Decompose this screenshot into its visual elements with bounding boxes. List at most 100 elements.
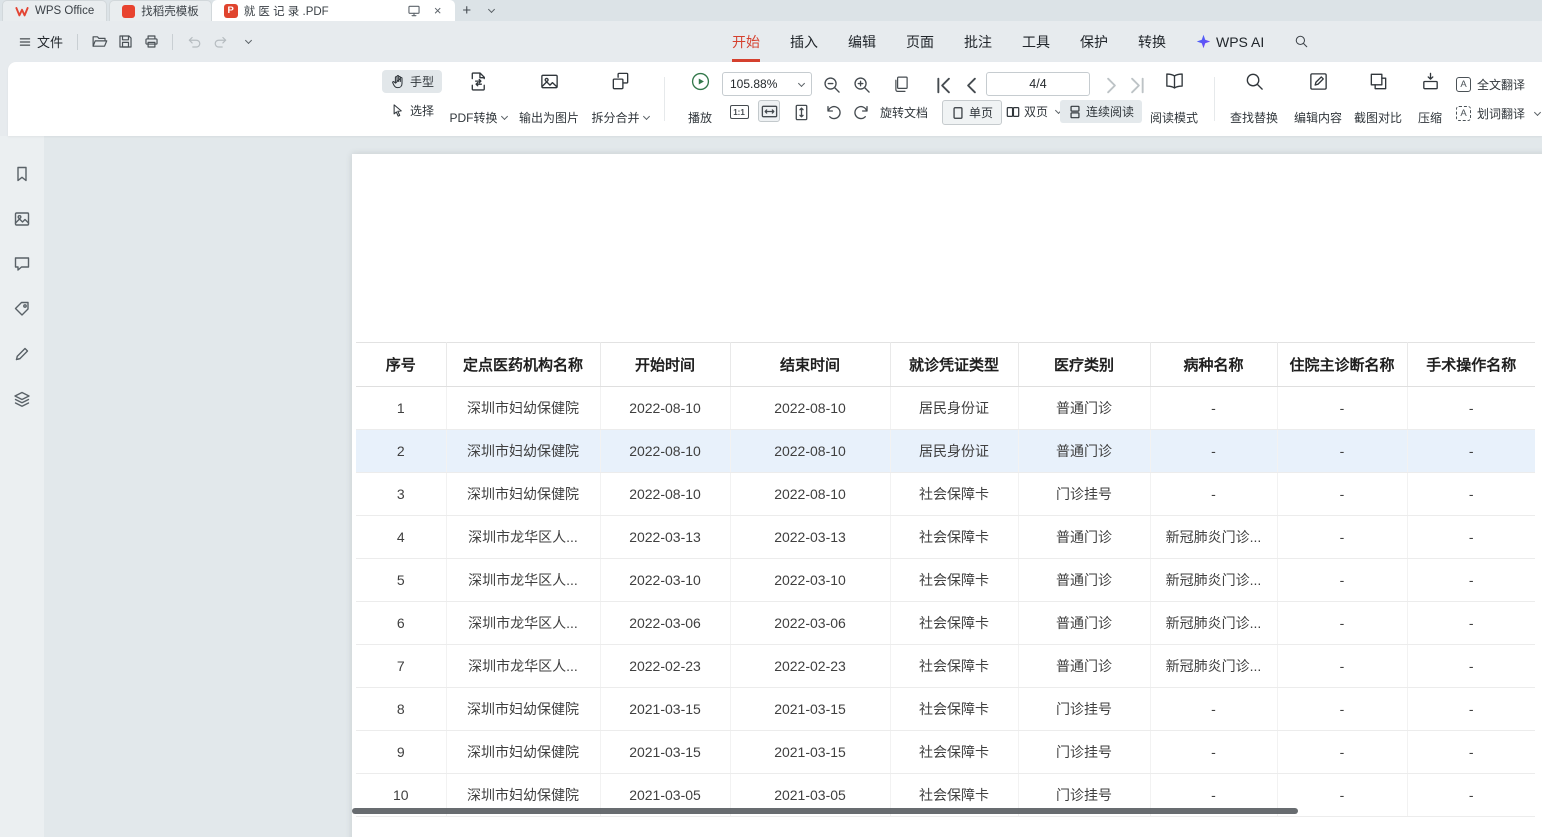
zoom-in-icon <box>852 75 871 94</box>
export-image-label: 输出为图片 <box>519 109 579 126</box>
play-button[interactable]: 播放 <box>678 71 722 128</box>
hand-icon <box>390 74 405 89</box>
table-header-row: 序号定点医药机构名称开始时间结束时间就诊凭证类型医疗类别病种名称住院主诊断名称手… <box>356 343 1535 387</box>
tab-comment[interactable]: 批注 <box>964 21 992 62</box>
table-cell: 门诊挂号 <box>1018 473 1150 516</box>
table-cell: 2021-03-15 <box>730 731 890 774</box>
table-cell: - <box>1150 387 1277 430</box>
screenshot-compare-button[interactable]: 截图对比 <box>1348 71 1408 128</box>
redo-button[interactable] <box>208 30 232 54</box>
full-translate-button[interactable]: A 全文翻译 <box>1456 74 1525 94</box>
next-page-button[interactable] <box>1100 74 1122 96</box>
table-cell: 普通门诊 <box>1018 430 1150 473</box>
page-view-button[interactable] <box>890 73 912 95</box>
table-cell: 7 <box>356 645 446 688</box>
fit-width-button[interactable] <box>758 100 780 122</box>
menu-bar: 文件 开始 插入 编辑 页面 批注 工具 保护 转换 WPS AI <box>0 21 1542 62</box>
tab-wps-office[interactable]: WPS Office <box>2 0 107 21</box>
layers-panel-button[interactable] <box>10 387 34 411</box>
tags-panel-button[interactable] <box>10 297 34 321</box>
pdf-convert-label: PDF转换 <box>449 109 497 126</box>
open-folder-icon <box>91 33 108 50</box>
double-page-label: 双页 <box>1024 103 1048 120</box>
tab-page[interactable]: 页面 <box>906 21 934 62</box>
split-merge-button[interactable]: 拆分合并 <box>588 71 652 128</box>
table-cell: 2021-03-15 <box>730 688 890 731</box>
table-cell: 深圳市妇幼保健院 <box>446 430 600 473</box>
thumbnails-panel-button[interactable] <box>10 207 34 231</box>
continuous-read-button[interactable]: 连续阅读 <box>1060 100 1142 123</box>
rotate-right-button[interactable] <box>850 101 872 123</box>
tab-document[interactable]: P 就 医 记 录 .PDF × <box>212 0 455 21</box>
select-tool-button[interactable]: 选择 <box>382 99 442 122</box>
workspace: 序号定点医药机构名称开始时间结束时间就诊凭证类型医疗类别病种名称住院主诊断名称手… <box>0 136 1542 837</box>
menu-search-button[interactable] <box>1294 21 1309 62</box>
print-button[interactable] <box>139 30 163 54</box>
table-cell: - <box>1150 731 1277 774</box>
table-cell: 普通门诊 <box>1018 516 1150 559</box>
tab-home[interactable]: 开始 <box>732 21 760 62</box>
compress-button[interactable]: 压缩 <box>1408 71 1452 128</box>
first-page-button[interactable] <box>932 74 954 96</box>
horizontal-scrollbar[interactable] <box>352 808 1298 814</box>
page-number-input[interactable] <box>986 72 1090 96</box>
tab-list-chevron-icon[interactable] <box>479 0 501 21</box>
table-cell: 深圳市龙华区人... <box>446 516 600 559</box>
table-cell: 深圳市妇幼保健院 <box>446 473 600 516</box>
screen-cast-icon[interactable] <box>405 4 423 18</box>
fit-page-button[interactable] <box>790 101 812 123</box>
find-replace-button[interactable]: 查找替换 <box>1224 71 1284 128</box>
read-mode-button[interactable]: 阅读模式 <box>1144 71 1204 128</box>
zoom-level-select[interactable]: 105.88% <box>722 72 812 96</box>
hand-tool-button[interactable]: 手型 <box>382 70 442 93</box>
table-cell: 2022-03-06 <box>730 602 890 645</box>
zoom-out-button[interactable] <box>820 73 842 95</box>
wps-ai-button[interactable]: WPS AI <box>1196 21 1264 62</box>
fit-page-icon <box>792 103 811 122</box>
pdf-page: 序号定点医药机构名称开始时间结束时间就诊凭证类型医疗类别病种名称住院主诊断名称手… <box>352 154 1542 837</box>
file-menu-button[interactable]: 文件 <box>12 28 69 55</box>
new-tab-button[interactable]: + <box>455 0 479 21</box>
undo-button[interactable] <box>182 30 206 54</box>
rotate-left-button[interactable] <box>822 101 844 123</box>
table-cell: 深圳市龙华区人... <box>446 559 600 602</box>
single-page-button[interactable]: 单页 <box>942 100 1002 125</box>
previous-page-button[interactable] <box>960 74 982 96</box>
undo-icon <box>186 33 203 50</box>
open-file-button[interactable] <box>87 30 111 54</box>
bookmarks-panel-button[interactable] <box>10 162 34 186</box>
rotate-left-icon <box>824 103 843 122</box>
comments-panel-button[interactable] <box>10 252 34 276</box>
close-tab-icon[interactable]: × <box>429 3 447 18</box>
tab-insert[interactable]: 插入 <box>790 21 818 62</box>
quickbar-more-chevron-icon[interactable] <box>234 30 258 54</box>
table-cell: - <box>1407 516 1535 559</box>
layers-icon <box>13 390 31 408</box>
actual-size-button[interactable]: 1:1 <box>728 101 750 123</box>
annotation-panel-button[interactable] <box>10 342 34 366</box>
divider <box>77 34 78 50</box>
table-cell: 社会保障卡 <box>890 559 1018 602</box>
edit-content-button[interactable]: 编辑内容 <box>1288 71 1348 128</box>
pdf-convert-button[interactable]: PDF转换 <box>446 71 510 128</box>
tab-convert[interactable]: 转换 <box>1138 21 1166 62</box>
table-row: 3深圳市妇幼保健院2022-08-102022-08-10社会保障卡门诊挂号--… <box>356 473 1535 516</box>
word-translate-button[interactable]: A 划词翻译 <box>1456 103 1540 123</box>
table-cell: - <box>1150 430 1277 473</box>
table-cell: 社会保障卡 <box>890 688 1018 731</box>
tab-protect[interactable]: 保护 <box>1080 21 1108 62</box>
tab-docer-templates[interactable]: 找稻壳模板 <box>109 0 212 21</box>
double-page-button[interactable]: 双页 <box>1006 103 1061 120</box>
export-image-button[interactable]: 输出为图片 <box>516 71 582 128</box>
read-mode-label: 阅读模式 <box>1150 109 1198 126</box>
save-button[interactable] <box>113 30 137 54</box>
table-cell: 2022-02-23 <box>600 645 730 688</box>
document-tab-title: 就 医 记 录 .PDF <box>244 3 399 19</box>
tab-tools[interactable]: 工具 <box>1022 21 1050 62</box>
tab-edit[interactable]: 编辑 <box>848 21 876 62</box>
rotate-document-button[interactable]: 旋转文档 <box>880 104 928 121</box>
document-view[interactable]: 序号定点医药机构名称开始时间结束时间就诊凭证类型医疗类别病种名称住院主诊断名称手… <box>44 136 1542 837</box>
zoom-in-button[interactable] <box>850 73 872 95</box>
page-view-icon <box>892 75 911 94</box>
table-cell: 新冠肺炎门诊... <box>1150 645 1277 688</box>
